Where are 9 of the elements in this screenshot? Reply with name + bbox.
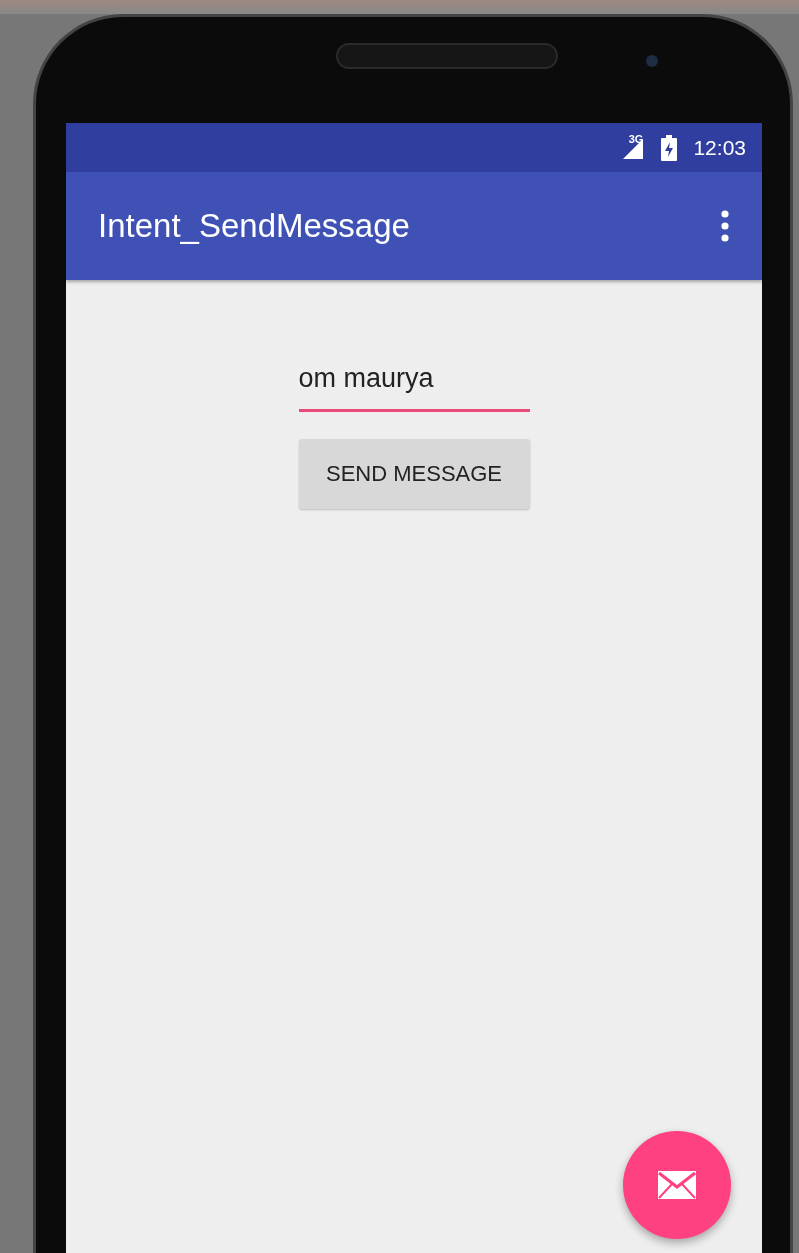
envelope-icon: [657, 1170, 697, 1200]
camera-lens: [646, 55, 658, 67]
overflow-menu-icon[interactable]: [720, 210, 730, 242]
app-title: Intent_SendMessage: [98, 206, 410, 247]
message-field[interactable]: om maurya: [298, 358, 530, 412]
mail-fab-button[interactable]: [623, 1131, 731, 1239]
battery-icon: [661, 134, 678, 161]
status-time: 12:03: [693, 134, 746, 161]
send-message-button[interactable]: SEND MESSAGE: [298, 438, 530, 509]
